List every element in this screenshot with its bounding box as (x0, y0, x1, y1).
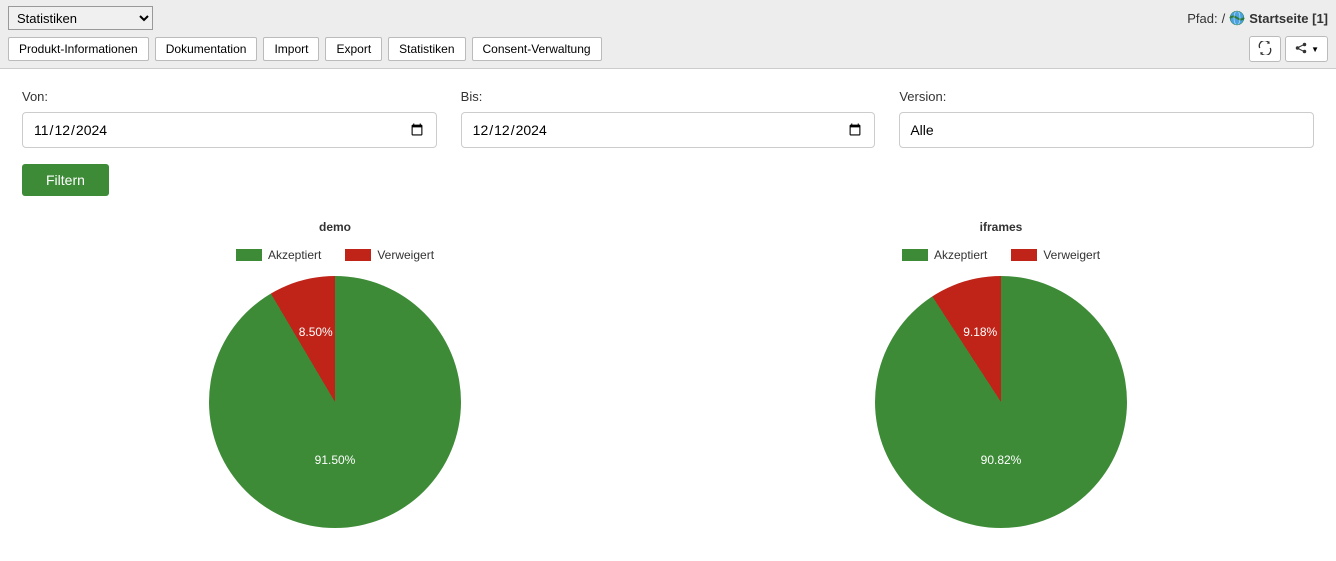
bis-label: Bis: (461, 89, 876, 104)
legend-rejected-label: Verweigert (1043, 248, 1100, 262)
tab-export[interactable]: Export (325, 37, 382, 61)
chart-demo: demo Akzeptiert Verweigert 91.50% 8.50% (22, 220, 648, 528)
legend-accepted-label: Akzeptiert (934, 248, 987, 262)
share-icon (1294, 41, 1308, 58)
pie-label-rejected: 9.18% (963, 325, 997, 339)
filter-row: Von: Bis: Version: (22, 89, 1314, 148)
pie-wrap: 90.82% 9.18% (875, 276, 1127, 528)
pie-label-accepted: 91.50% (315, 453, 356, 467)
legend-accepted-label: Akzeptiert (268, 248, 321, 262)
von-label: Von: (22, 89, 437, 104)
tab-dokumentation[interactable]: Dokumentation (155, 37, 258, 61)
legend: Akzeptiert Verweigert (236, 248, 434, 262)
pie-wrap: 91.50% 8.50% (209, 276, 461, 528)
bis-input[interactable] (461, 112, 876, 148)
legend-rejected[interactable]: Verweigert (345, 248, 434, 262)
page-select[interactable]: Statistiken (8, 6, 153, 30)
legend-swatch-rejected (345, 249, 371, 261)
filter-version: Version: (899, 89, 1314, 148)
breadcrumb: Pfad: / Startseite [1] (1187, 10, 1328, 26)
legend-rejected[interactable]: Verweigert (1011, 248, 1100, 262)
caret-down-icon: ▼ (1311, 45, 1319, 54)
breadcrumb-page[interactable]: Startseite [1] (1249, 11, 1328, 26)
tab-consent-verwaltung[interactable]: Consent-Verwaltung (472, 37, 602, 61)
legend-swatch-accepted (902, 249, 928, 261)
refresh-button[interactable] (1249, 36, 1281, 62)
chart-title: demo (319, 220, 351, 234)
refresh-icon (1258, 41, 1272, 58)
content: Von: Bis: Version: Filtern demo Akzeptie… (0, 69, 1336, 548)
filter-button[interactable]: Filtern (22, 164, 109, 196)
version-label: Version: (899, 89, 1314, 104)
tabs: Produkt-Informationen Dokumentation Impo… (8, 37, 602, 61)
pie-chart (875, 276, 1127, 528)
tab-statistiken[interactable]: Statistiken (388, 37, 465, 61)
tab-import[interactable]: Import (263, 37, 319, 61)
globe-icon (1229, 10, 1245, 26)
chart-title: iframes (980, 220, 1023, 234)
pie-chart (209, 276, 461, 528)
icon-buttons: ▼ (1249, 36, 1328, 62)
legend-swatch-rejected (1011, 249, 1037, 261)
topbar: Statistiken Pfad: / Startseite [1] Produ… (0, 0, 1336, 69)
filter-bis: Bis: (461, 89, 876, 148)
chart-iframes: iframes Akzeptiert Verweigert 90.82% 9.18… (688, 220, 1314, 528)
legend-accepted[interactable]: Akzeptiert (902, 248, 987, 262)
breadcrumb-sep: / (1222, 11, 1226, 26)
pie-label-rejected: 8.50% (299, 325, 333, 339)
legend: Akzeptiert Verweigert (902, 248, 1100, 262)
tab-produkt-informationen[interactable]: Produkt-Informationen (8, 37, 149, 61)
pie-label-accepted: 90.82% (981, 453, 1022, 467)
legend-rejected-label: Verweigert (377, 248, 434, 262)
version-input[interactable] (899, 112, 1314, 148)
charts: demo Akzeptiert Verweigert 91.50% 8.50% i… (22, 220, 1314, 528)
von-input[interactable] (22, 112, 437, 148)
filter-von: Von: (22, 89, 437, 148)
breadcrumb-prefix: Pfad: (1187, 11, 1217, 26)
legend-accepted[interactable]: Akzeptiert (236, 248, 321, 262)
share-button[interactable]: ▼ (1285, 36, 1328, 62)
legend-swatch-accepted (236, 249, 262, 261)
